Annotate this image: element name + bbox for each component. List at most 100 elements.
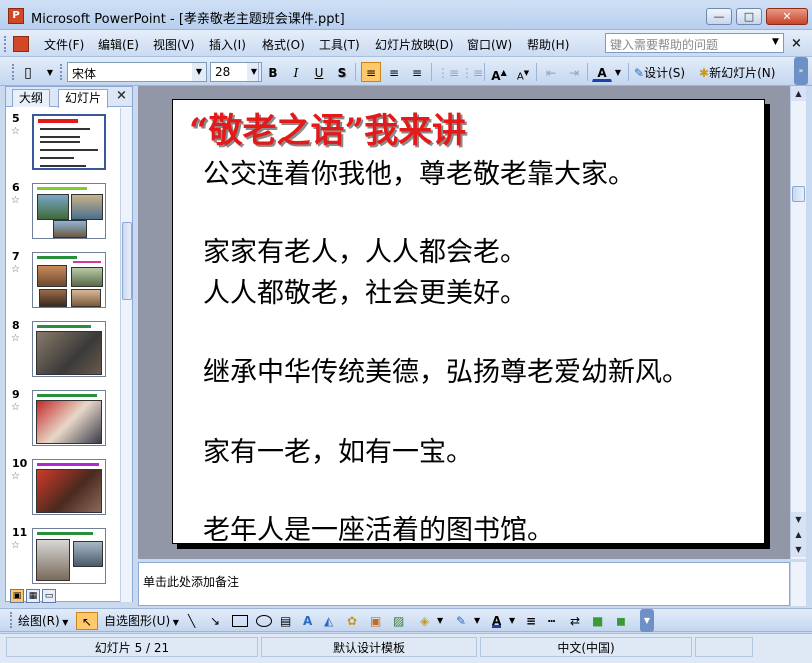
menu-grip[interactable] [4,36,8,52]
toolbar-grip[interactable] [10,612,13,628]
3d-style-icon[interactable]: ◼ [616,612,626,630]
minimize-button[interactable]: — [706,8,732,25]
clipart-icon[interactable]: ▣ [370,612,381,630]
new-document-icon[interactable]: ▯ [18,62,38,82]
oval-icon[interactable] [256,615,272,627]
slide-thumbnail[interactable]: 10 ☆ [6,457,118,521]
notes-scrollbar[interactable] [790,562,806,606]
slide-text-line[interactable]: 老年人是一座活着的图书馆。 [203,508,554,547]
line-style-icon[interactable]: ≡ [526,612,536,630]
slide-sorter-view-icon[interactable]: ▦ [26,589,40,603]
toolbar-grip-2[interactable] [60,64,63,80]
scroll-down-icon[interactable]: ▼ [791,512,806,527]
slide-thumbnail[interactable]: 5 ☆ [6,112,118,176]
powerpoint-app-icon[interactable]: P [8,8,24,24]
normal-view-icon[interactable]: ▣ [10,589,24,603]
slide-text-line[interactable]: 家家有老人，人人都会老。 [203,230,527,269]
slide-text-line[interactable]: 公交连着你我他，尊老敬老靠大家。 [203,152,635,191]
maximize-button[interactable]: □ [736,8,762,25]
scrollbar-thumb[interactable] [792,186,805,202]
shadow-button[interactable]: S [332,62,352,82]
italic-button[interactable]: I [286,62,306,82]
previous-slide-icon[interactable]: ▲ [791,527,806,542]
draw-menu-button[interactable]: 绘图(R) ▼ [18,612,68,630]
font-color-icon[interactable]: A [492,612,502,628]
menu-window[interactable]: 窗口(W) [467,36,512,53]
slide-thumbnail[interactable]: 8 ☆ [6,319,118,383]
document-close-icon[interactable]: × [791,36,802,51]
select-pointer-icon[interactable]: ↖ [76,612,98,630]
help-dropdown-icon[interactable]: ▼ [772,37,779,47]
bulleted-list-icon[interactable]: ⋮≡ [460,62,484,82]
fill-color-icon[interactable]: ◈ [420,612,429,630]
textbox-icon[interactable]: ▤ [280,612,291,630]
line-icon[interactable]: ╲ [188,612,195,630]
toolbar-options-icon[interactable]: ▼ [40,62,60,82]
menu-tools[interactable]: 工具(T) [319,36,360,53]
font-size-combo[interactable]: 28 ▼ [210,62,262,82]
slide-text-line[interactable]: 家有一老，如有一宝。 [203,430,473,469]
design-button[interactable]: ✎设计(S) [633,62,686,82]
menu-file[interactable]: 文件(F) [44,36,84,53]
toolbar-options-icon[interactable]: » [794,57,808,85]
editor-scrollbar[interactable]: ▲ ▼ ▲ ▼ [790,86,806,559]
decrease-indent-icon[interactable]: ⇤ [541,62,561,82]
increase-font-icon[interactable]: A▲ [489,62,509,83]
arrow-style-icon[interactable]: ⇄ [570,612,580,630]
close-button[interactable]: ✕ [766,8,808,25]
menu-slideshow[interactable]: 幻灯片放映(D) [375,36,454,53]
toolbar-options-icon[interactable]: ▼ [640,609,654,632]
font-color-icon[interactable]: A [592,62,612,82]
menu-help[interactable]: 帮助(H) [527,36,569,53]
menu-view[interactable]: 视图(V) [153,36,195,53]
new-slide-button[interactable]: ✱新幻灯片(N) [698,62,776,82]
thumbnail-scrollbar[interactable] [120,108,132,602]
chevron-down-icon[interactable]: ▼ [509,612,515,630]
panel-close-icon[interactable]: × [116,88,127,103]
notes-pane[interactable]: 单击此处添加备注 [138,562,790,606]
picture-icon[interactable]: ▨ [393,612,404,630]
slide-thumbnail[interactable]: 7 ☆ [6,250,118,314]
numbered-list-icon[interactable]: ⋮≡ [436,62,460,82]
menu-edit[interactable]: 编辑(E) [98,36,139,53]
document-icon[interactable] [13,36,29,52]
align-left-icon[interactable]: ≡ [361,62,381,82]
wordart-icon[interactable]: ◭ [324,612,333,630]
decrease-font-icon[interactable]: A▼ [513,62,533,82]
line-color-icon[interactable]: ✎ [456,612,466,630]
status-template[interactable]: 默认设计模板 [261,637,477,657]
bold-button[interactable]: B [263,62,283,82]
font-name-combo[interactable]: 宋体 ▼ [67,62,207,82]
slide-thumbnail[interactable]: 9 ☆ [6,388,118,452]
toolbar-grip[interactable] [12,64,15,80]
chevron-down-icon[interactable]: ▼ [192,63,206,81]
next-slide-icon[interactable]: ▼ [791,542,806,557]
slide-thumbnail[interactable]: 6 ☆ [6,181,118,245]
slide-text-line[interactable]: 人人都敬老，社会更美好。 [203,271,527,310]
font-color-dropdown-icon[interactable]: ▼ [613,62,623,82]
slide-canvas[interactable]: “敬老之语”我来讲 公交连着你我他，尊老敬老靠大家。 家家有老人，人人都会老。 … [172,99,765,547]
slideshow-view-icon[interactable]: ▭ [42,589,56,603]
chevron-down-icon[interactable]: ▼ [474,612,480,630]
dash-style-icon[interactable]: ┅ [548,612,555,630]
diagram-icon[interactable]: ✿ [347,612,357,630]
tab-outline[interactable]: 大纲 [12,89,51,107]
scroll-up-icon[interactable]: ▲ [791,86,806,101]
align-right-icon[interactable]: ≡ [407,62,427,82]
autoshapes-menu-button[interactable]: 自选图形(U) ▼ [104,612,179,630]
chevron-down-icon[interactable]: ▼ [437,612,443,630]
menu-insert[interactable]: 插入(I) [209,36,246,53]
slide-title[interactable]: “敬老之语”我来讲 [189,103,466,152]
align-center-icon[interactable]: ≡ [384,62,404,82]
scrollbar-thumb[interactable] [122,222,132,300]
help-search-input[interactable]: 键入需要帮助的问题 [605,33,784,53]
menu-format[interactable]: 格式(O) [262,36,305,53]
slide-text-line[interactable]: 继承中华传统美德，弘扬尊老爱幼新风。 [203,350,689,389]
rectangle-icon[interactable] [232,615,248,627]
text-box-vertical-icon[interactable]: A [303,612,312,630]
tab-slides[interactable]: 幻灯片 [58,89,109,108]
underline-button[interactable]: U [309,62,329,82]
shadow-style-icon[interactable]: ■ [592,612,603,630]
increase-indent-icon[interactable]: ⇥ [564,62,584,82]
arrow-icon[interactable]: ↘ [210,612,220,630]
